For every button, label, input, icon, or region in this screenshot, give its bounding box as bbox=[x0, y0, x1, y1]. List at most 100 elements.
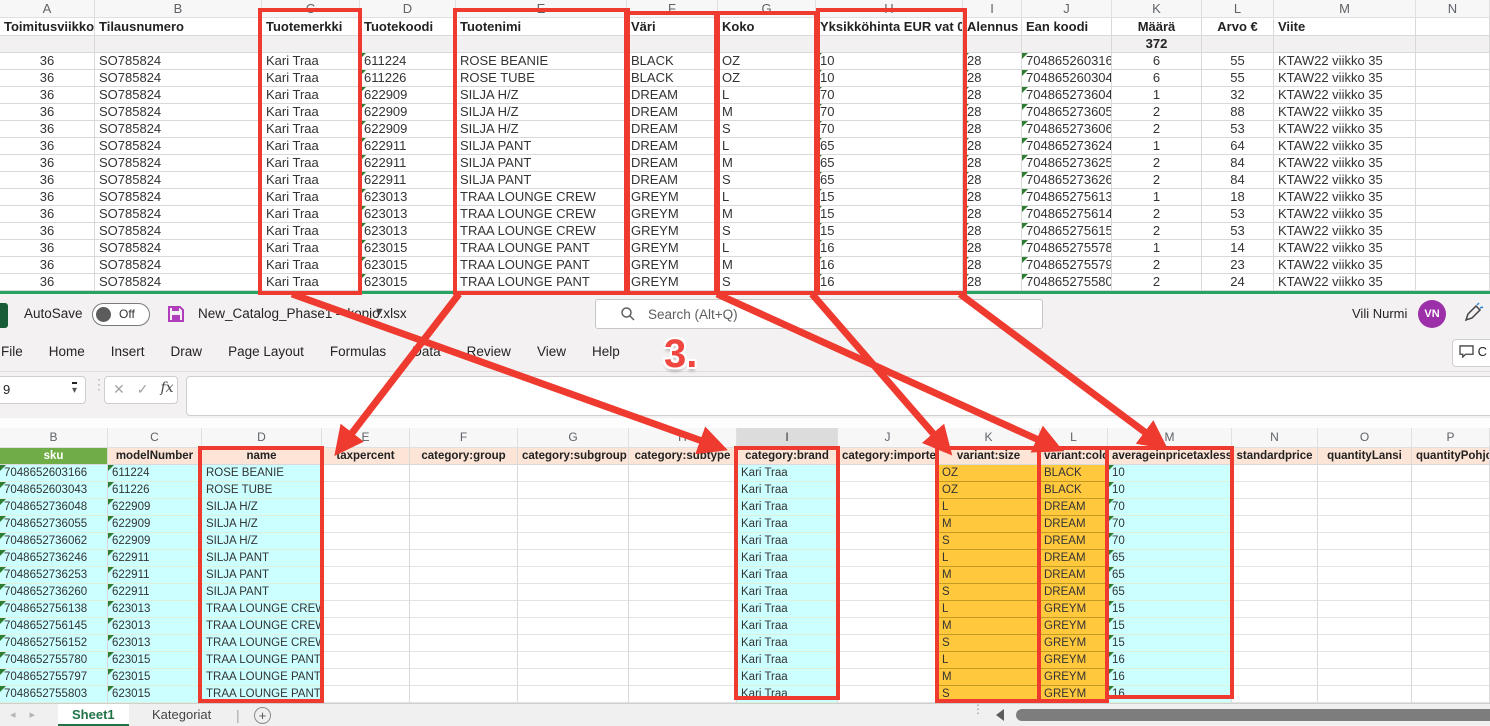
table-cell[interactable] bbox=[629, 618, 737, 635]
table-cell[interactable]: 28 bbox=[963, 87, 1022, 104]
table-cell[interactable] bbox=[518, 499, 629, 516]
column-letter-cell[interactable]: N bbox=[1232, 428, 1318, 448]
scrollbar-grip-icon[interactable]: ⋮ bbox=[972, 706, 980, 712]
table-cell[interactable] bbox=[410, 567, 518, 584]
table-cell[interactable]: 7048652736055 bbox=[0, 516, 108, 533]
table-cell[interactable] bbox=[518, 465, 629, 482]
table-cell[interactable] bbox=[1416, 104, 1490, 121]
header-cell[interactable]: Alennus % bbox=[963, 18, 1022, 36]
save-icon[interactable] bbox=[166, 304, 186, 329]
table-cell[interactable]: Kari Traa bbox=[737, 499, 838, 516]
table-cell[interactable] bbox=[1318, 652, 1412, 669]
menu-tab-home[interactable]: Home bbox=[36, 335, 98, 368]
table-cell[interactable] bbox=[1318, 584, 1412, 601]
table-cell[interactable]: DREAM bbox=[1040, 499, 1108, 516]
table-cell[interactable]: TRAA LOUNGE CREW bbox=[456, 206, 627, 223]
table-cell[interactable]: TRAA LOUNGE CREW bbox=[202, 635, 322, 652]
table-cell[interactable]: 15 bbox=[816, 206, 963, 223]
table-cell[interactable] bbox=[838, 601, 938, 618]
table-cell[interactable]: 70 bbox=[1108, 516, 1232, 533]
horizontal-scrollbar-thumb[interactable] bbox=[1016, 709, 1490, 721]
table-cell[interactable]: BLACK bbox=[627, 70, 718, 87]
menu-tab-review[interactable]: Review bbox=[454, 335, 524, 368]
table-cell[interactable]: 611226 bbox=[108, 482, 202, 499]
table-cell[interactable] bbox=[1318, 618, 1412, 635]
table-cell[interactable] bbox=[1232, 499, 1318, 516]
table-cell[interactable] bbox=[629, 584, 737, 601]
table-cell[interactable]: OZ bbox=[938, 482, 1040, 499]
table-cell[interactable]: KTAW22 viikko 35 bbox=[1274, 274, 1416, 291]
table-cell[interactable]: 28 bbox=[963, 70, 1022, 87]
table-cell[interactable]: 623015 bbox=[360, 240, 456, 257]
table-cell[interactable] bbox=[518, 652, 629, 669]
table-cell[interactable]: DREAM bbox=[627, 155, 718, 172]
table-cell[interactable]: 7048652756152 bbox=[0, 635, 108, 652]
table-cell[interactable]: Kari Traa bbox=[262, 121, 360, 138]
table-cell[interactable] bbox=[518, 618, 629, 635]
table-cell[interactable] bbox=[629, 550, 737, 567]
table-cell[interactable]: 611226 bbox=[360, 70, 456, 87]
subtotal-cell[interactable] bbox=[963, 36, 1022, 53]
table-cell[interactable]: 28 bbox=[963, 189, 1022, 206]
table-cell[interactable] bbox=[1318, 499, 1412, 516]
table-cell[interactable]: TRAA LOUNGE CREW bbox=[202, 618, 322, 635]
table-cell[interactable] bbox=[838, 550, 938, 567]
table-cell[interactable]: 7048652603166 bbox=[0, 465, 108, 482]
comments-button[interactable]: C bbox=[1452, 339, 1490, 367]
table-cell[interactable]: SO785824 bbox=[95, 172, 262, 189]
menu-tab-insert[interactable]: Insert bbox=[98, 335, 158, 368]
column-letter-cell[interactable]: A bbox=[0, 0, 95, 18]
table-cell[interactable]: 1 bbox=[1112, 189, 1202, 206]
column-letter-cell[interactable]: G bbox=[718, 0, 816, 18]
table-cell[interactable] bbox=[838, 567, 938, 584]
header-cell[interactable]: Väri bbox=[627, 18, 718, 36]
table-cell[interactable] bbox=[1416, 121, 1490, 138]
table-cell[interactable]: KTAW22 viikko 35 bbox=[1274, 189, 1416, 206]
table-cell[interactable]: 36 bbox=[0, 206, 95, 223]
table-cell[interactable]: 36 bbox=[0, 70, 95, 87]
table-cell[interactable]: 36 bbox=[0, 274, 95, 291]
table-cell[interactable] bbox=[410, 652, 518, 669]
table-cell[interactable] bbox=[1232, 584, 1318, 601]
table-cell[interactable]: M bbox=[718, 257, 816, 274]
subtotal-cell[interactable] bbox=[95, 36, 262, 53]
table-cell[interactable]: DREAM bbox=[1040, 516, 1108, 533]
table-cell[interactable] bbox=[838, 482, 938, 499]
table-cell[interactable]: 7048652756138 bbox=[0, 601, 108, 618]
table-cell[interactable]: Kari Traa bbox=[737, 516, 838, 533]
table-cell[interactable]: TRAA LOUNGE PANT bbox=[202, 686, 322, 703]
table-cell[interactable] bbox=[1416, 53, 1490, 70]
table-cell[interactable]: 1 bbox=[1112, 138, 1202, 155]
table-cell[interactable] bbox=[1412, 652, 1490, 669]
table-cell[interactable]: Kari Traa bbox=[737, 584, 838, 601]
table-cell[interactable]: DREAM bbox=[627, 104, 718, 121]
table-cell[interactable]: 28 bbox=[963, 138, 1022, 155]
table-cell[interactable]: Kari Traa bbox=[737, 533, 838, 550]
table-cell[interactable]: SO785824 bbox=[95, 240, 262, 257]
table-cell[interactable]: Kari Traa bbox=[262, 189, 360, 206]
column-letter-cell[interactable]: K bbox=[1112, 0, 1202, 18]
table-cell[interactable]: 2 bbox=[1112, 206, 1202, 223]
table-cell[interactable] bbox=[1412, 533, 1490, 550]
table-cell[interactable]: DREAM bbox=[1040, 567, 1108, 584]
table-cell[interactable]: L bbox=[938, 652, 1040, 669]
table-cell[interactable] bbox=[1232, 482, 1318, 499]
table-cell[interactable]: 622909 bbox=[360, 121, 456, 138]
column-letter-cell[interactable]: N bbox=[1416, 0, 1490, 18]
table-cell[interactable]: GREYM bbox=[1040, 635, 1108, 652]
table-cell[interactable] bbox=[1232, 533, 1318, 550]
table-cell[interactable] bbox=[629, 499, 737, 516]
table-cell[interactable]: SO785824 bbox=[95, 138, 262, 155]
table-cell[interactable]: SILJA PANT bbox=[456, 155, 627, 172]
table-cell[interactable]: 10 bbox=[1108, 482, 1232, 499]
table-cell[interactable]: 70 bbox=[816, 121, 963, 138]
table-cell[interactable]: 16 bbox=[1108, 686, 1232, 703]
table-cell[interactable]: 623013 bbox=[360, 189, 456, 206]
table-cell[interactable] bbox=[322, 499, 410, 516]
subtotal-cell[interactable] bbox=[627, 36, 718, 53]
table-cell[interactable]: 7048652755803 bbox=[0, 686, 108, 703]
table-cell[interactable]: 70 bbox=[1108, 533, 1232, 550]
table-cell[interactable] bbox=[1412, 482, 1490, 499]
table-cell[interactable] bbox=[322, 686, 410, 703]
table-cell[interactable]: GREYM bbox=[1040, 669, 1108, 686]
